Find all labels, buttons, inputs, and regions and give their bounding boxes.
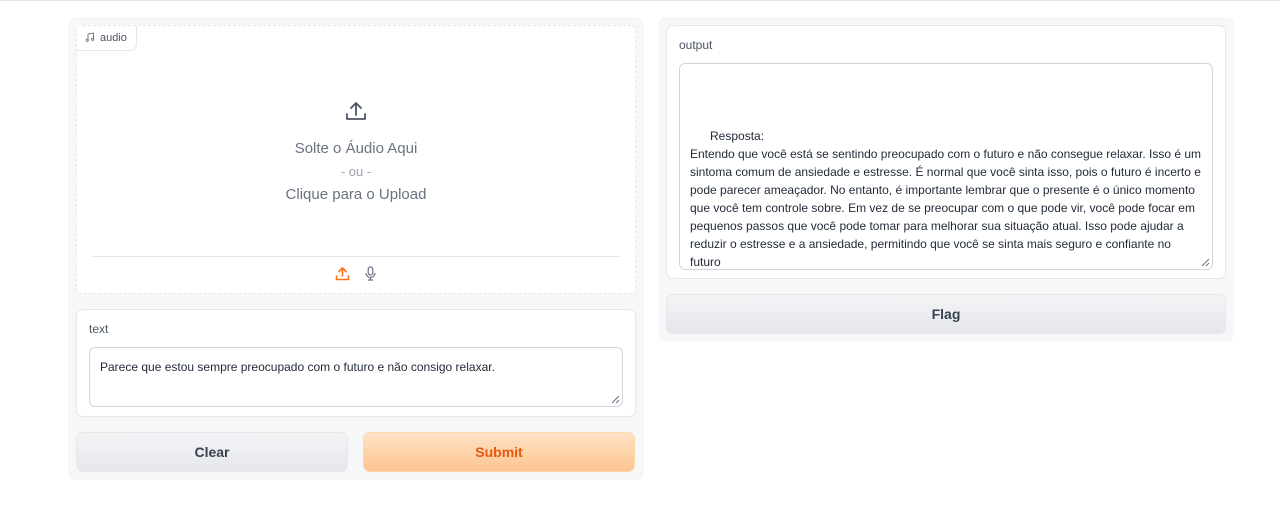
drop-text: Solte o Áudio Aqui (294, 140, 418, 157)
output-value: Resposta: Entendo que você está se senti… (690, 129, 1202, 269)
resize-handle-icon[interactable] (611, 395, 620, 404)
output-textbox[interactable]: Resposta: Entendo que você está se senti… (679, 63, 1213, 270)
audio-input-panel: audio Solte o Áudio Aqui - ou - Clique p… (76, 25, 636, 294)
audio-source-toolbar (77, 264, 635, 282)
click-upload-text: Clique para o Upload (285, 186, 427, 203)
divider (92, 256, 620, 257)
flag-button[interactable]: Flag (666, 294, 1226, 334)
or-text: - ou - (340, 164, 372, 179)
audio-label: audio (100, 32, 127, 44)
clear-button[interactable]: Clear (76, 432, 348, 472)
output-column: output Resposta: Entendo que você está s… (658, 17, 1234, 342)
music-note-icon (85, 31, 95, 45)
audio-label-badge: audio (77, 26, 137, 51)
upload-icon (345, 100, 367, 127)
audio-drop-zone[interactable]: Solte o Áudio Aqui - ou - Clique para o … (77, 50, 635, 256)
output-label: output (679, 38, 713, 52)
input-column: audio Solte o Áudio Aqui - ou - Clique p… (68, 17, 644, 480)
resize-handle-icon[interactable] (1201, 258, 1210, 267)
upload-icon (335, 266, 349, 280)
microphone-icon (364, 265, 376, 281)
text-input-panel: text Parece que estou sempre preocupado … (76, 309, 636, 417)
text-input[interactable]: Parece que estou sempre preocupado com o… (89, 347, 623, 407)
upload-source-button[interactable] (333, 264, 351, 282)
submit-button[interactable]: Submit (363, 432, 635, 472)
microphone-source-button[interactable] (361, 264, 379, 282)
text-label: text (89, 322, 109, 336)
output-panel: output Resposta: Entendo que você está s… (666, 25, 1226, 279)
text-input-value: Parece que estou sempre preocupado com o… (100, 360, 495, 374)
